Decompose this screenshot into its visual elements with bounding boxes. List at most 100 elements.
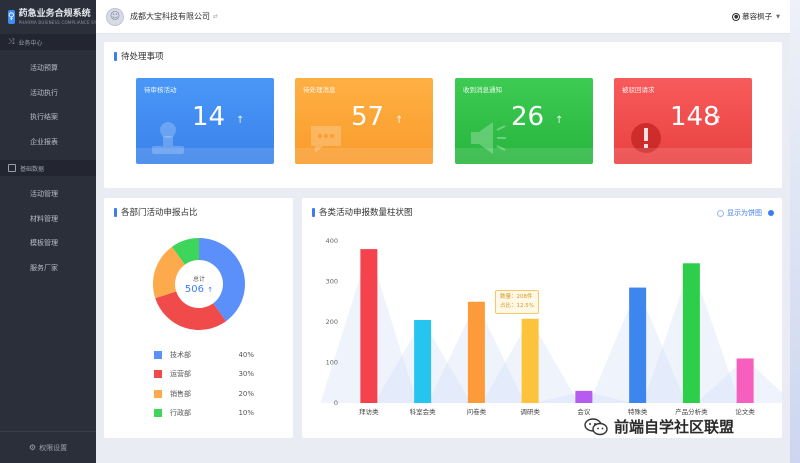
- arrow-up-icon: ↑: [207, 286, 214, 294]
- arrow-up-icon: ↑: [395, 115, 404, 126]
- y-tick-label: 300: [326, 278, 338, 286]
- dept-ratio-panel: 各部门活动申报占比 总计 506 ↑ 技术部 40% 运营部 30% 销售部 2…: [104, 198, 293, 438]
- company-avatar[interactable]: ☺: [106, 7, 124, 26]
- legend-percent: 10%: [238, 409, 254, 418]
- watermark-text: 前端自学社区联盟: [614, 418, 735, 436]
- user-circle-icon: ●: [732, 12, 741, 21]
- bar-科室会类[interactable]: [414, 319, 432, 403]
- arrow-up-icon: ↑: [714, 115, 723, 126]
- sidebar-item-material-management[interactable]: 材料管理: [0, 207, 96, 232]
- bar-问卷类[interactable]: [467, 301, 485, 403]
- sidebar-item-template-management[interactable]: 模板管理: [0, 231, 96, 256]
- card-value: 57: [351, 102, 385, 132]
- x-tick-label: 会议: [577, 407, 591, 416]
- company-name[interactable]: 成都大宝科技有限公司: [130, 11, 210, 22]
- bar-会议[interactable]: [575, 390, 593, 403]
- legend-swatch: [154, 370, 162, 379]
- dept-legend: 技术部 40% 运营部 30% 销售部 20% 行政部 10%: [154, 345, 254, 423]
- gear-icon: ⚙: [28, 443, 37, 452]
- donut-chart: [153, 238, 245, 330]
- card-rejected-requests[interactable]: 被驳回请求 148 ↑: [614, 78, 752, 164]
- permission-settings-button[interactable]: ⚙ 权限设置: [0, 431, 96, 463]
- y-tick-label: 200: [326, 318, 338, 326]
- bar-调研类[interactable]: [521, 318, 539, 403]
- todo-title: 待处理事项: [121, 52, 164, 62]
- permission-settings-label: 权限设置: [39, 443, 68, 452]
- x-tick-label: 论文类: [735, 407, 755, 416]
- bar-论文类[interactable]: [736, 358, 754, 403]
- card-label: 待审核活动: [144, 86, 177, 94]
- app-subtitle: PHARMA BUSINESS COMPLIANCE SYSTEM: [18, 19, 109, 25]
- x-tick-label: 拜访类: [359, 407, 379, 416]
- bar-chart: 0 100 200 300 400 拜访类 科室会类 问卷类 调研类 会议 特殊类 产品分析类 论文类: [320, 237, 782, 416]
- activity-stats-panel: 各类活动申报数量柱状图 显示为饼图 0 100 200 300 400 拜访类 科室会类 问卷…: [302, 198, 782, 438]
- card-footer: [614, 148, 752, 164]
- bar-产品分析类[interactable]: [682, 263, 700, 403]
- legend-swatch: [154, 409, 162, 418]
- sidebar-item-company-report[interactable]: 企业报表: [0, 130, 96, 155]
- legend-percent: 20%: [238, 389, 254, 398]
- caret-down-icon: ▼: [776, 13, 780, 20]
- x-tick-label: 产品分析类: [675, 407, 708, 416]
- shuffle-icon: ⤨: [8, 37, 15, 46]
- x-tick-label: 特殊类: [628, 407, 648, 416]
- user-menu[interactable]: ● 慕容枫子 ▼: [732, 11, 780, 22]
- sidebar: ♀ 药急业务合规系统 PHARMA BUSINESS COMPLIANCE SY…: [0, 0, 108, 463]
- x-tick-label: 科室会类: [410, 407, 437, 416]
- title-accent-bar: [114, 51, 117, 61]
- sidebar-item-activity-management[interactable]: 活动管理: [0, 182, 96, 207]
- donut-slice-运营部[interactable]: [155, 291, 227, 330]
- legend-name: 运营部: [170, 370, 191, 379]
- top-header: ☺ 成都大宝科技有限公司 ⇄ ● 慕容枫子 ▼: [96, 0, 790, 34]
- todo-panel: 待处理事项 待审核活动 14 ↑ 待处理消息 57 ↑ 收到消息通知 26 ↑: [104, 42, 782, 188]
- legend-swatch: [154, 350, 162, 359]
- legend-item[interactable]: 技术部 40%: [154, 345, 254, 365]
- legend-item[interactable]: 运营部 30%: [154, 365, 254, 385]
- card-footer: [136, 148, 274, 164]
- legend-name: 技术部: [170, 350, 191, 359]
- sidebar-section-basic-data[interactable]: 基础数据: [0, 160, 96, 176]
- sidebar-section-business[interactable]: ⤨ 业务中心: [0, 34, 96, 50]
- legend-swatch: [154, 389, 162, 398]
- watermark: 前端自学社区联盟: [584, 416, 734, 437]
- card-pending-messages[interactable]: 待处理消息 57 ↑: [295, 78, 433, 164]
- card-value: 14: [192, 102, 226, 132]
- legend-name: 销售部: [170, 389, 191, 398]
- bar-tooltip: 数量：208件 占比：12.5%: [495, 290, 539, 314]
- card-value: 26: [511, 102, 545, 132]
- app-title: 药急业务合规系统: [18, 8, 91, 19]
- donut-total-value: 506: [184, 284, 205, 295]
- folder-icon: [8, 164, 16, 172]
- x-tick-label: 问卷类: [467, 407, 487, 416]
- sidebar-item-activity-budget[interactable]: 活动预算: [0, 56, 96, 81]
- sidebar-item-activity-execution[interactable]: 活动执行: [0, 81, 96, 106]
- donut-total-label: 总计: [192, 276, 205, 283]
- card-label: 收到消息通知: [463, 86, 502, 94]
- card-value: 148: [670, 102, 720, 132]
- card-footer: [295, 148, 433, 164]
- person-icon: ☺: [109, 11, 121, 22]
- swap-icon[interactable]: ⇄: [213, 13, 218, 20]
- sidebar-section-label: 业务中心: [18, 39, 43, 47]
- card-label: 被驳回请求: [622, 86, 655, 94]
- user-name: 慕容枫子: [742, 12, 773, 21]
- right-edge-strip: [790, 0, 800, 463]
- bar-特殊类[interactable]: [629, 287, 647, 403]
- legend-item[interactable]: 行政部 10%: [154, 404, 254, 424]
- sidebar-item-execution-close[interactable]: 执行结案: [0, 105, 96, 130]
- wechat-icon: [584, 417, 608, 435]
- card-notifications[interactable]: 收到消息通知 26 ↑: [455, 78, 593, 164]
- x-tick-label: 调研类: [520, 407, 540, 416]
- app-logo[interactable]: ♀ 药急业务合规系统 PHARMA BUSINESS COMPLIANCE SY…: [0, 0, 108, 34]
- card-label: 待处理消息: [303, 86, 336, 94]
- sidebar-item-service-vendor[interactable]: 服务厂家: [0, 256, 96, 281]
- legend-item[interactable]: 销售部 20%: [154, 384, 254, 404]
- bar-拜访类[interactable]: [360, 249, 378, 403]
- card-pending-review[interactable]: 待审核活动 14 ↑: [136, 78, 274, 164]
- sidebar-section-label: 基础数据: [20, 165, 45, 173]
- legend-percent: 40%: [238, 350, 254, 359]
- logo-icon: ♀: [8, 10, 15, 24]
- tooltip-line2: 占比：12.5%: [500, 303, 534, 309]
- legend-percent: 30%: [238, 370, 254, 379]
- card-footer: [455, 148, 593, 164]
